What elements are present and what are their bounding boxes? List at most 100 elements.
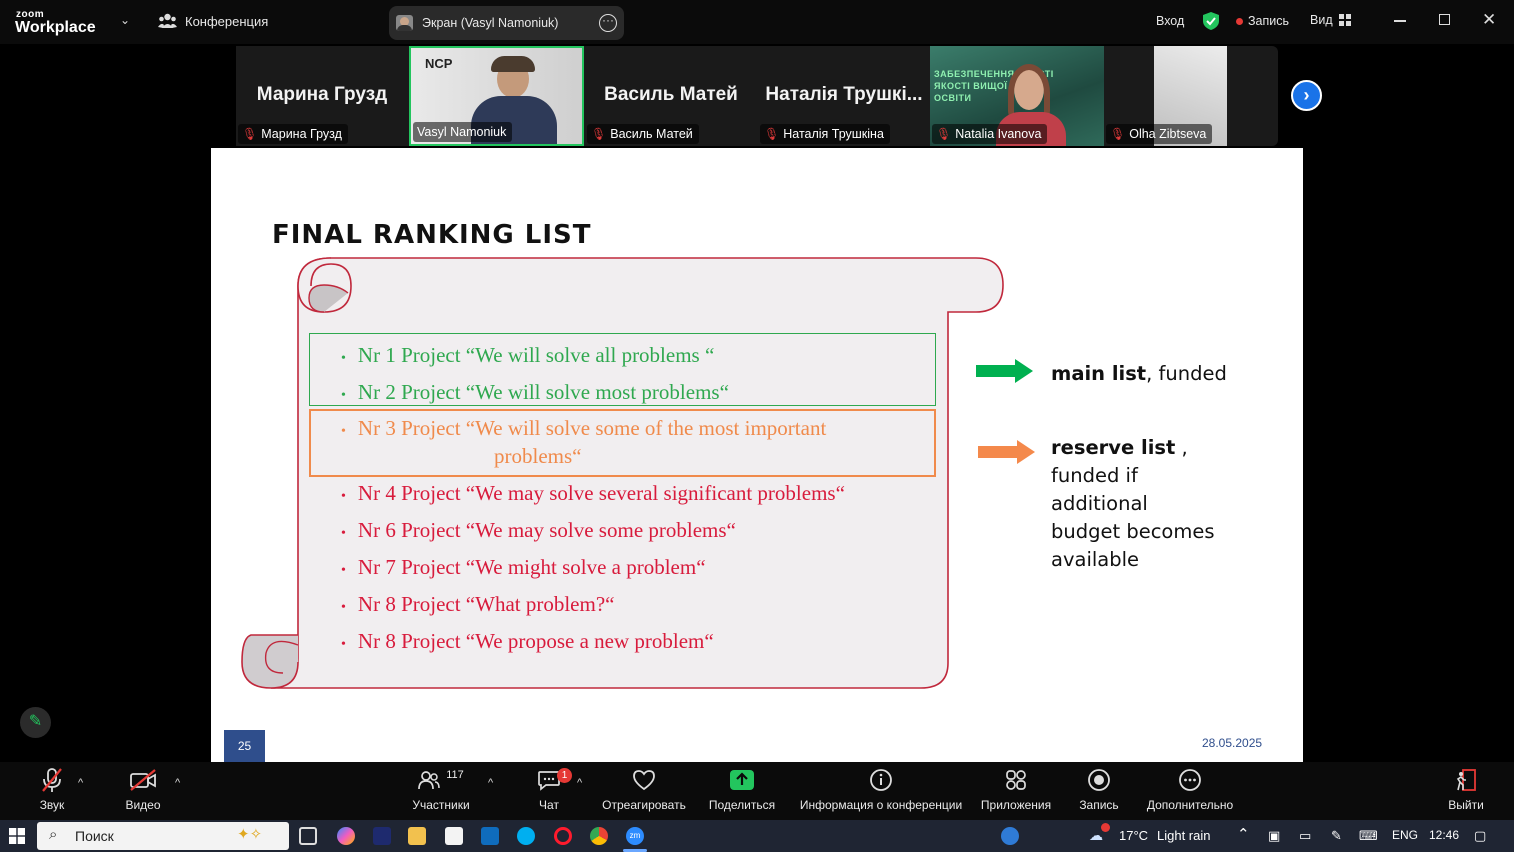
gallery-next-page-button[interactable]: ›	[1291, 80, 1322, 111]
leave-button[interactable]: Выйти	[1444, 762, 1488, 820]
close-icon[interactable]: ✕	[1482, 10, 1496, 30]
weather-temp[interactable]: 17°C	[1119, 828, 1148, 843]
screen-share-label: Экран (Vasyl Namoniuk)	[422, 16, 559, 30]
chat-options-caret[interactable]: ^	[577, 777, 582, 789]
meeting-menu-label: Конференция	[185, 14, 269, 29]
participant-name: Olha Zibtseva	[1129, 127, 1207, 141]
more-button[interactable]: Дополнительно	[1144, 762, 1236, 820]
react-button[interactable]: Отреагировать	[600, 762, 688, 820]
apps-icon	[1004, 762, 1028, 798]
participant-tile[interactable]: 🎙︎ Olha Zibtseva	[1104, 46, 1228, 146]
signin-button[interactable]: Вход	[1156, 14, 1184, 28]
notifications-icon[interactable]: ▢	[1474, 828, 1486, 844]
participant-tile[interactable]: ЗАБЕЗПЕЧЕННЯ ЯКОСТІ ЯКОСТІ ВИЩОЇ ОСВІТИ …	[930, 46, 1104, 146]
video-button[interactable]: Видео	[120, 762, 166, 820]
apps-button[interactable]: Приложения	[978, 762, 1054, 820]
participant-tile[interactable]: Василь Матей 🎙︎ Василь Матей	[585, 46, 757, 146]
chat-button[interactable]: 1 Чат	[533, 762, 572, 820]
file-explorer-icon[interactable]	[408, 827, 426, 845]
leave-label: Выйти	[1448, 798, 1484, 812]
grid-icon	[1338, 14, 1351, 26]
list-item: • Nr 8 Project “We propose a new problem“	[341, 629, 714, 653]
tray-chevron-up-icon[interactable]: ⌃	[1237, 825, 1250, 843]
minimize-icon[interactable]	[1394, 20, 1406, 22]
language-indicator[interactable]: ENG	[1392, 828, 1418, 842]
participant-name-label: 🎙︎ Наталія Трушкіна	[760, 124, 890, 144]
record-icon	[1087, 762, 1111, 798]
participants-count: 117	[446, 769, 464, 781]
audio-label: Звук	[39, 798, 65, 812]
participant-tile[interactable]: Марина Грузд 🎙︎ Марина Грузд	[236, 46, 408, 146]
chat-label: Чат	[539, 798, 559, 812]
recording-label: Запись	[1248, 14, 1290, 28]
meeting-menu-button[interactable]: Конференция	[158, 13, 268, 30]
outlook-icon[interactable]	[481, 827, 499, 845]
ncp-logo: NCP	[425, 56, 453, 71]
view-label: Вид	[1310, 13, 1333, 27]
copilot-icon[interactable]	[337, 827, 355, 845]
chat-icon: 1	[537, 762, 572, 798]
list-item: • Nr 2 Project “We will solve most proble…	[341, 380, 729, 404]
notepad-icon[interactable]	[445, 827, 463, 845]
screen-share-indicator[interactable]: Экран (Vasyl Namoniuk) ···	[389, 6, 624, 40]
meeting-info-button[interactable]: Информация о конференции	[796, 762, 966, 820]
search-placeholder: Поиск	[75, 828, 114, 844]
weather-description[interactable]: Light rain	[1157, 828, 1210, 843]
list-item: • Nr 8 Project “What problem?“	[341, 592, 615, 616]
participants-button[interactable]: 117 Участники	[408, 762, 474, 820]
video-options-caret[interactable]: ^	[175, 777, 180, 789]
participant-tile[interactable]: Наталія Трушкі... 🎙︎ Наталія Трушкіна	[758, 46, 930, 146]
mic-muted-icon: 🎙︎	[242, 127, 258, 141]
view-button[interactable]: Вид	[1310, 13, 1351, 27]
task-view-icon[interactable]	[299, 827, 317, 845]
list-item: • Nr 4 Project “We may solve several sign…	[341, 481, 845, 505]
participant-name-label: Vasyl Namoniuk	[413, 122, 513, 142]
mic-muted-icon: 🎙︎	[764, 127, 780, 141]
info-icon	[869, 762, 893, 798]
participant-name-label: 🎙︎ Olha Zibtseva	[1106, 124, 1213, 144]
react-label: Отреагировать	[602, 798, 686, 812]
chrome-icon[interactable]	[590, 827, 608, 845]
security-shield-icon[interactable]	[1202, 11, 1220, 36]
help-icon[interactable]	[1001, 827, 1019, 845]
share-button[interactable]: Поделиться	[706, 762, 778, 820]
opera-icon[interactable]	[554, 827, 572, 845]
annotate-pencil-icon[interactable]: ✎	[20, 707, 51, 738]
weather-alert-badge	[1101, 823, 1110, 832]
terminal-app-icon[interactable]	[373, 827, 391, 845]
more-options-icon[interactable]: ···	[599, 14, 617, 32]
mic-muted-icon: 🎙︎	[591, 127, 607, 141]
record-button[interactable]: Запись	[1076, 762, 1122, 820]
windows-start-icon[interactable]	[9, 828, 25, 844]
battery-icon[interactable]: ▭	[1299, 828, 1311, 844]
pen-icon[interactable]: ✎	[1331, 828, 1342, 844]
participant-name: Наталія Трушкіна	[783, 127, 884, 141]
chevron-down-icon[interactable]: ⌄	[120, 13, 130, 27]
more-dots-icon	[1178, 762, 1202, 798]
participant-tile-active[interactable]: NCP Vasyl Namoniuk	[409, 46, 584, 146]
participant-name-label: 🎙︎ Natalia Ivanova	[932, 124, 1048, 144]
recording-indicator[interactable]: Запись	[1236, 14, 1289, 28]
clock-time[interactable]: 12:46	[1429, 828, 1459, 842]
audio-button[interactable]: Звук	[30, 762, 74, 820]
zoom-taskbar-icon[interactable]: zm	[626, 827, 644, 845]
slide-date: 28.05.2025	[1202, 736, 1263, 750]
participant-name-label: 🎙︎ Василь Матей	[587, 124, 699, 144]
participant-big-name: Василь Матей	[604, 84, 738, 105]
taskbar-search-box[interactable]: ⌕ Поиск ✦✧	[37, 822, 289, 850]
slide-page-number: 25	[224, 730, 265, 762]
restore-icon[interactable]	[1439, 14, 1450, 25]
audio-options-caret[interactable]: ^	[78, 777, 83, 789]
participant-name: Natalia Ivanova	[955, 127, 1042, 141]
video-label: Видео	[125, 798, 161, 812]
skype-icon[interactable]	[517, 827, 535, 845]
keyboard-icon[interactable]: ⌨	[1359, 828, 1378, 844]
tray-app-icon[interactable]: ▣	[1268, 828, 1280, 844]
participant-name: Vasyl Namoniuk	[417, 125, 507, 139]
list-item: • Nr 7 Project “We might solve a problem“	[341, 555, 706, 579]
reserve-list-legend: reserve list , funded if additional budg…	[1051, 436, 1215, 571]
mic-muted-icon: 🎙︎	[1110, 127, 1126, 141]
apps-label: Приложения	[980, 798, 1052, 812]
participants-label: Участники	[412, 798, 470, 812]
participants-options-caret[interactable]: ^	[488, 777, 493, 789]
